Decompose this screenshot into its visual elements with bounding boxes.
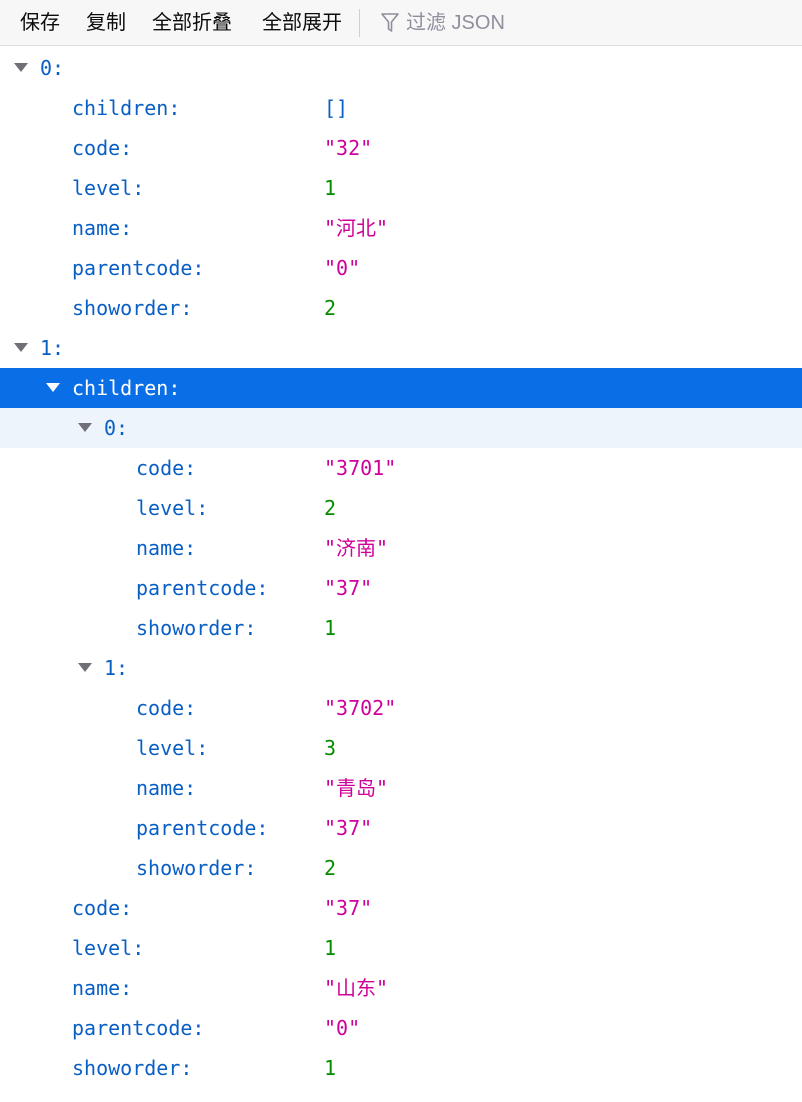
json-tree: 0: children: [] code: "32" level: 1 name… [0,48,802,1088]
filter-funnel-icon [381,13,399,32]
tree-row-child-1[interactable]: 1: [0,648,802,688]
tree-row[interactable]: code: "32" [0,128,802,168]
row-value: "32" [324,136,373,160]
tree-row[interactable]: parentcode: "0" [0,248,802,288]
tree-row[interactable]: showorder: 1 [0,608,802,648]
tree-row[interactable]: parentcode: "37" [0,568,802,608]
row-value: 1 [324,616,337,640]
tree-row[interactable]: level: 1 [0,928,802,968]
row-key: 0: [104,416,129,440]
tree-row[interactable]: children: [] [0,88,802,128]
row-key: name: [72,216,133,240]
row-value: 3 [324,736,337,760]
tree-row[interactable]: showorder: 1 [0,1048,802,1088]
row-value: 2 [324,296,337,320]
row-key: code: [136,696,197,720]
row-key: parentcode: [72,256,205,280]
row-key: children: [72,376,181,400]
row-key: code: [72,896,133,920]
disclosure-triangle-icon[interactable] [78,423,92,432]
row-value: "0" [324,256,361,280]
tree-row[interactable]: level: 2 [0,488,802,528]
tree-row[interactable]: parentcode: "37" [0,808,802,848]
toolbar-divider [359,9,360,37]
tree-row[interactable]: level: 1 [0,168,802,208]
row-key: children: [72,96,181,120]
json-viewer-toolbar: 保存 复制 全部折叠 全部展开 [0,0,802,46]
disclosure-triangle-icon[interactable] [14,343,28,352]
row-value: 1 [324,936,337,960]
row-key: showorder: [136,856,257,880]
row-key: showorder: [72,296,193,320]
row-value: "山东" [324,976,389,1000]
row-value: "37" [324,816,373,840]
row-value: "济南" [324,536,389,560]
row-key: 0: [40,56,65,80]
row-value: "0" [324,1016,361,1040]
tree-row[interactable]: parentcode: "0" [0,1008,802,1048]
save-button[interactable]: 保存 [20,0,60,46]
row-key: code: [72,136,133,160]
tree-row[interactable]: showorder: 2 [0,288,802,328]
row-value: 1 [324,176,337,200]
row-key: name: [72,976,133,1000]
disclosure-triangle-icon[interactable] [46,383,60,392]
tree-row[interactable]: name: "山东" [0,968,802,1008]
row-key: name: [136,536,197,560]
filter-json-input[interactable] [406,6,786,40]
row-value: "37" [324,576,373,600]
row-value: "37" [324,896,373,920]
disclosure-triangle-icon[interactable] [14,63,28,72]
row-value: "河北" [324,216,389,240]
tree-row-selected-children[interactable]: children: [0,368,802,408]
tree-row-item-1[interactable]: 1: [0,328,802,368]
row-key: 1: [104,656,129,680]
row-value: "3702" [324,696,397,720]
row-value: [] [324,96,349,120]
row-key: level: [136,496,209,520]
row-key: showorder: [136,616,257,640]
row-value: "3701" [324,456,397,480]
tree-row[interactable]: code: "3701" [0,448,802,488]
tree-row[interactable]: level: 3 [0,728,802,768]
row-key: name: [136,776,197,800]
row-key: 1: [40,336,65,360]
row-value: 2 [324,496,337,520]
tree-row[interactable]: name: "河北" [0,208,802,248]
row-key: parentcode: [136,816,269,840]
row-key: parentcode: [136,576,269,600]
row-key: level: [72,936,145,960]
tree-row[interactable]: name: "济南" [0,528,802,568]
disclosure-triangle-icon[interactable] [78,663,92,672]
tree-row[interactable]: showorder: 2 [0,848,802,888]
tree-row[interactable]: code: "3702" [0,688,802,728]
row-key: showorder: [72,1056,193,1080]
expand-all-button[interactable]: 全部展开 [262,0,342,46]
row-key: level: [72,176,145,200]
row-key: level: [136,736,209,760]
collapse-all-button[interactable]: 全部折叠 [152,0,232,46]
tree-row[interactable]: code: "37" [0,888,802,928]
tree-row[interactable]: name: "青岛" [0,768,802,808]
row-value: "青岛" [324,776,389,800]
tree-row-item-0[interactable]: 0: [0,48,802,88]
row-value: 2 [324,856,337,880]
row-key: code: [136,456,197,480]
row-value: 1 [324,1056,337,1080]
row-key: parentcode: [72,1016,205,1040]
tree-row-child-0[interactable]: 0: [0,408,802,448]
copy-button[interactable]: 复制 [86,0,126,46]
